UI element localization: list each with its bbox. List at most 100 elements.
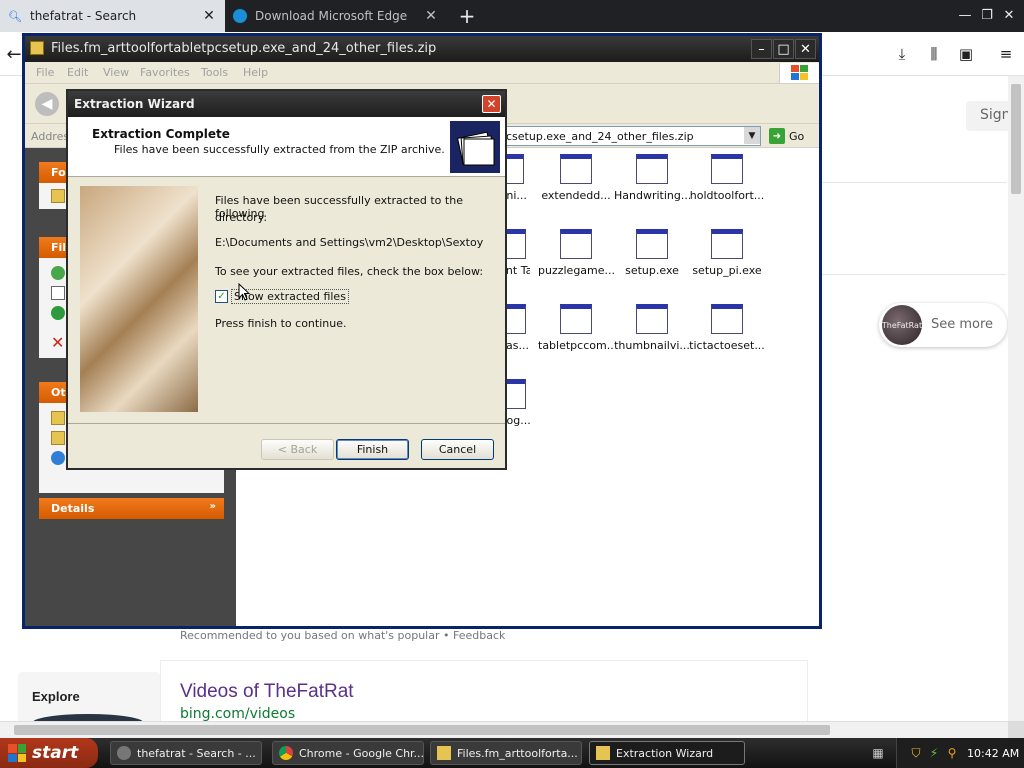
checkbox-checkmark-icon[interactable]: ✓ <box>215 290 228 303</box>
file-name: setup_pi.exe <box>692 264 762 277</box>
exe-file-icon <box>711 304 743 334</box>
wizard-directory: E:\Documents and Settings\vm2\Desktop\Se… <box>215 236 484 249</box>
exe-file-icon <box>560 304 592 334</box>
tab-title: Download Microsoft Edge <box>255 9 408 23</box>
library-icon[interactable]: ⫼ <box>924 44 944 64</box>
tab-download-edge[interactable]: Download Microsoft Edge ✕ <box>225 0 447 32</box>
exe-file-icon <box>636 154 668 184</box>
chrome-icon <box>279 746 293 760</box>
file-item[interactable]: extendedd... <box>538 154 614 202</box>
file-item[interactable]: tabletpccom... <box>538 304 614 352</box>
file-item[interactable]: thumbnailvi... <box>614 304 690 352</box>
file-item[interactable]: setup.exe <box>614 229 690 277</box>
taskbar: start thefatrat - Search - ... Chrome - … <box>0 738 1024 768</box>
exe-file-icon <box>560 154 592 184</box>
zip-folder-icon <box>437 746 451 760</box>
vertical-scrollbar[interactable] <box>1008 76 1024 721</box>
file-item[interactable]: Handwriting... <box>614 154 690 202</box>
see-more-button[interactable]: TheFatRat See more <box>879 303 1007 347</box>
start-button[interactable]: start <box>0 738 98 768</box>
minimize-icon[interactable]: — <box>956 6 974 24</box>
wizard-titlebar[interactable]: Extraction Wizard ✕ <box>68 91 505 117</box>
download-icon[interactable]: ⤓ <box>892 44 912 64</box>
shield-icon[interactable]: ⛉ <box>909 746 923 760</box>
folder-icon[interactable] <box>51 431 65 445</box>
scroll-thumb[interactable] <box>14 725 830 735</box>
network-icon[interactable]: ⚡ <box>927 746 941 760</box>
menu-view[interactable]: View <box>103 66 129 79</box>
go-button[interactable]: ➜ Go <box>769 127 815 145</box>
file-name: Handwriting... <box>614 189 690 202</box>
folder-icon[interactable] <box>51 189 65 203</box>
zip-folder-icon <box>30 41 44 55</box>
chevron-down-icon[interactable]: ▼ <box>744 127 760 144</box>
videos-title-link[interactable]: Videos of TheFatRat <box>180 681 354 703</box>
wizard-footer: < Back Finish Cancel <box>68 423 505 468</box>
file-item[interactable]: holdtoolfort... <box>689 154 765 202</box>
exe-file-icon <box>560 229 592 259</box>
restore-icon[interactable]: ❐ <box>978 6 996 24</box>
folder-icon[interactable] <box>51 411 65 425</box>
chevron-down-icon[interactable]: » <box>210 501 216 512</box>
tab-thefatrat-search[interactable]: 🔍︎ thefatrat - Search ✕ <box>0 0 225 32</box>
close-icon[interactable]: ✕ <box>795 39 816 59</box>
back-button[interactable]: < Back <box>261 439 334 460</box>
file-name: tictactoeset... <box>689 339 765 352</box>
app-icon <box>117 746 131 760</box>
taskbar-button-extraction-wizard[interactable]: Extraction Wizard <box>589 741 745 765</box>
menu-help[interactable]: Help <box>243 66 268 79</box>
taskbar-button-chrome[interactable]: Chrome - Google Chr... <box>272 741 424 765</box>
taskbar-button-search[interactable]: thefatrat - Search - ... <box>110 741 262 765</box>
taskbar-button-explorer[interactable]: Files.fm_arttoolforta... <box>430 741 582 765</box>
search-icon[interactable]: ⚲ <box>945 746 959 760</box>
menu-tools[interactable]: Tools <box>201 66 228 79</box>
document-icon[interactable] <box>51 286 65 300</box>
task-header-details[interactable]: Details » <box>39 498 224 519</box>
sidebar-icon[interactable]: ▣ <box>956 44 976 64</box>
globe-icon[interactable] <box>51 306 65 320</box>
close-tab-icon[interactable]: ✕ <box>201 8 217 24</box>
network-icon[interactable] <box>51 451 65 465</box>
wizard-subheading: Files have been successfully extracted f… <box>114 143 445 156</box>
back-arrow-icon[interactable]: ← <box>4 44 24 65</box>
minimize-icon[interactable]: – <box>751 39 772 59</box>
wizard-text-line1b: directory: <box>215 211 268 224</box>
wizard-heading: Extraction Complete <box>92 127 230 141</box>
file-name: thumbnailvi... <box>614 339 690 352</box>
wizard-header: Extraction Complete Files have been succ… <box>68 117 505 177</box>
finish-button[interactable]: Finish <box>336 439 409 460</box>
task-header-label: Details <box>51 502 95 515</box>
explorer-titlebar[interactable]: Files.fm_arttoolfortabletpcsetup.exe_and… <box>25 36 819 62</box>
file-item[interactable]: puzzlegame... <box>538 229 614 277</box>
close-tab-icon[interactable]: ✕ <box>423 8 439 24</box>
close-window-icon[interactable]: ✕ <box>1000 6 1018 24</box>
maximize-icon[interactable]: □ <box>773 39 794 59</box>
close-icon[interactable]: ✕ <box>482 95 501 113</box>
go-arrow-icon: ➜ <box>769 128 785 144</box>
taskbar-button-label: thefatrat - Search - ... <box>137 746 256 760</box>
cancel-button[interactable]: Cancel <box>421 439 494 460</box>
scroll-thumb[interactable] <box>1011 84 1021 194</box>
keyboard-icon[interactable]: ▦ <box>871 746 885 760</box>
menu-file[interactable]: File <box>36 66 54 79</box>
horizontal-scrollbar[interactable] <box>0 721 1008 738</box>
menu-edit[interactable]: Edit <box>67 66 88 79</box>
delete-icon[interactable]: ✕ <box>51 335 65 351</box>
file-item[interactable]: tictactoeset... <box>689 304 765 352</box>
back-icon[interactable]: ◀ <box>35 92 59 116</box>
show-extracted-files-checkbox[interactable]: ✓ Show extracted files <box>215 289 349 304</box>
extraction-wizard-dialog: Extraction Wizard ✕ Extraction Complete … <box>66 89 507 470</box>
windows-logo-icon <box>8 744 26 762</box>
menu-favorites[interactable]: Favorites <box>140 66 190 79</box>
file-name: tabletpccom... <box>538 339 614 352</box>
menu-icon[interactable]: ≡ <box>996 44 1016 64</box>
explore-label: Explore <box>32 689 80 704</box>
recommended-text: Recommended to you based on what's popul… <box>180 629 506 642</box>
address-input[interactable]: csetup.exe_and_24_other_files.zip <box>501 126 761 146</box>
new-tab-button[interactable]: + <box>455 4 479 28</box>
file-name: setup.exe <box>625 264 679 277</box>
extract-icon[interactable] <box>51 266 65 280</box>
file-item[interactable]: setup_pi.exe <box>689 229 765 277</box>
zip-folder-icon <box>450 121 500 173</box>
exe-file-icon <box>636 304 668 334</box>
